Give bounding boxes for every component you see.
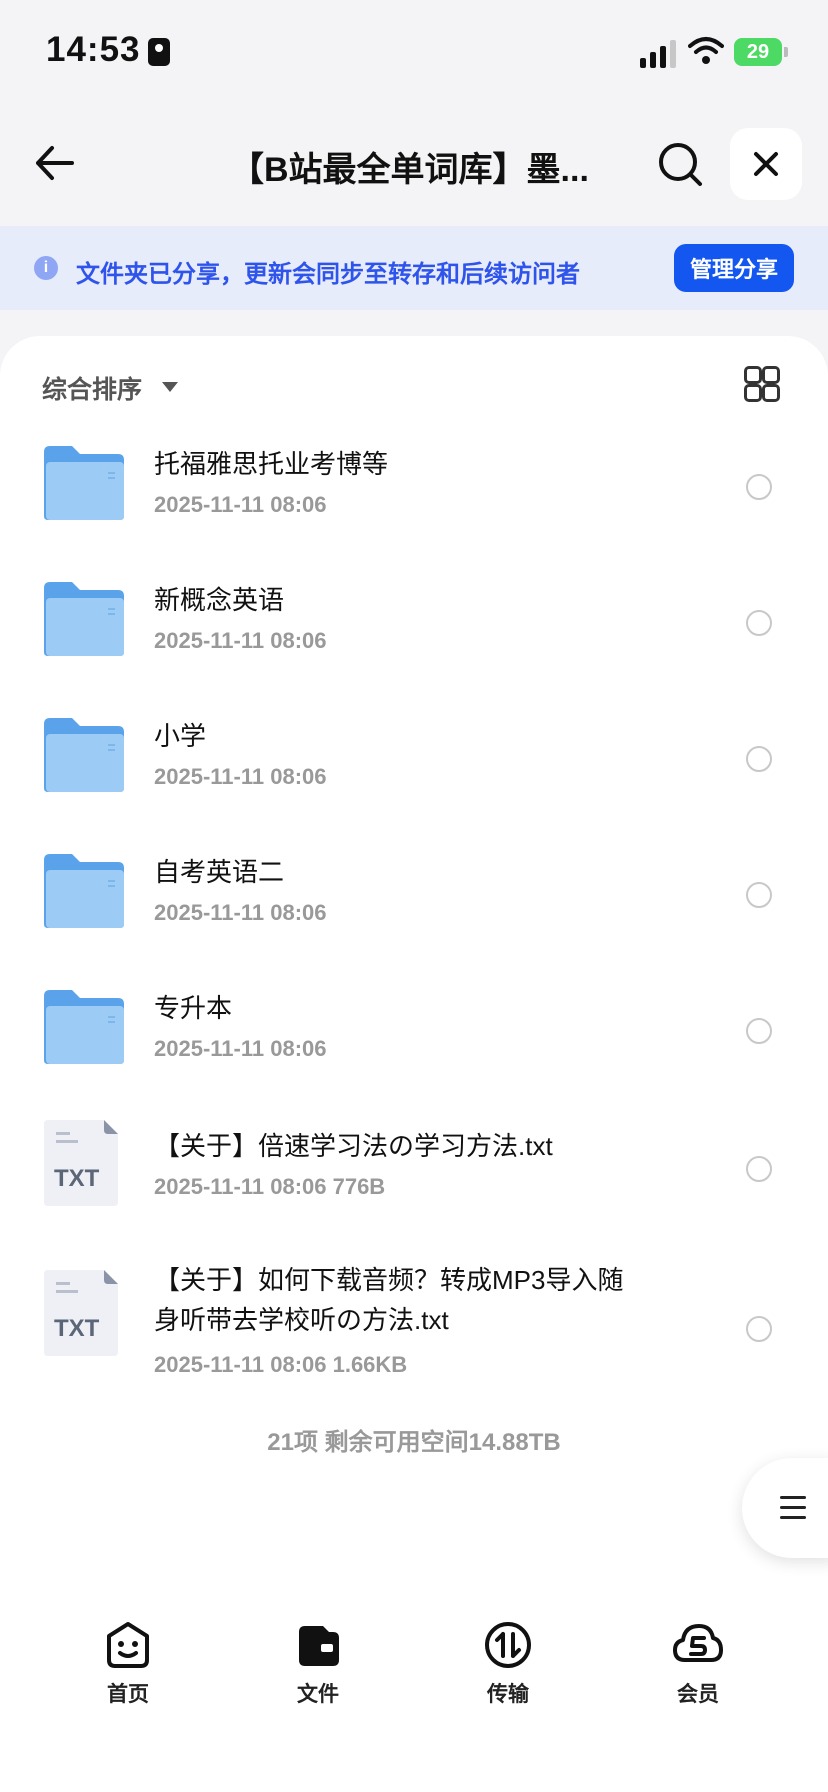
search-icon[interactable]	[656, 140, 704, 188]
nav-home[interactable]: 首页	[68, 1620, 188, 1708]
list-item[interactable]: 新概念英语 2025-11-11 08:06	[0, 572, 828, 702]
file-meta: 2025-11-11 08:06	[154, 764, 327, 789]
file-name: 【关于】倍速学习法の学习方法.txt	[154, 1131, 553, 1161]
nav-vip[interactable]: 会员	[638, 1620, 758, 1708]
list-item[interactable]: TXT 【关于】如何下载音频？转成MP3导入随 身听带去学校听の方法.txt 2…	[0, 1260, 828, 1410]
bottom-nav: 首页 文件 传输 会员	[0, 1610, 828, 1792]
caret-down-icon[interactable]	[162, 382, 178, 392]
file-meta: 2025-11-11 08:06	[154, 628, 327, 653]
folder-icon	[44, 854, 124, 928]
select-radio[interactable]	[746, 1156, 772, 1182]
wifi-icon	[688, 37, 724, 64]
folder-icon	[44, 446, 124, 520]
select-radio[interactable]	[746, 1316, 772, 1342]
folder-icon	[44, 582, 124, 656]
back-arrow-icon[interactable]	[30, 138, 80, 188]
file-name-line1: 【关于】如何下载音频？转成MP3导入随	[154, 1265, 624, 1295]
file-meta: 2025-11-11 08:06	[154, 1036, 327, 1061]
nav-label: 传输	[487, 1683, 529, 1706]
select-radio[interactable]	[746, 1018, 772, 1044]
txt-icon-label: TXT	[54, 1315, 100, 1342]
file-name: 自考英语二	[154, 857, 285, 887]
list-item[interactable]: 自考英语二 2025-11-11 08:06	[0, 844, 828, 974]
transfer-icon	[485, 1622, 531, 1668]
cloud-vip-icon	[673, 1624, 723, 1662]
file-meta: 2025-11-11 08:06 776B	[154, 1174, 386, 1199]
nav-label: 首页	[107, 1683, 149, 1706]
file-name-line2: 身听带去学校听の方法.txt	[154, 1305, 449, 1335]
file-name: 专升本	[154, 993, 233, 1023]
storage-summary: 21项 剩余可用空间14.88TB	[267, 1429, 561, 1456]
txt-icon-label: TXT	[54, 1165, 100, 1192]
close-icon	[754, 152, 778, 176]
battery-tip	[784, 47, 788, 57]
battery-indicator: 29	[734, 38, 782, 66]
signal-icon	[640, 40, 676, 68]
id-badge-icon	[148, 38, 170, 66]
select-radio[interactable]	[746, 610, 772, 636]
file-meta: 2025-11-11 08:06	[154, 492, 327, 517]
select-radio[interactable]	[746, 474, 772, 500]
grid-view-icon[interactable]	[744, 366, 780, 402]
txt-file-icon: TXT	[44, 1270, 118, 1356]
page-title: 【B站最全单词库】墨...	[230, 151, 589, 189]
nav-label: 会员	[677, 1683, 719, 1706]
sort-dropdown[interactable]: 综合排序	[42, 370, 142, 406]
file-name: 小学	[154, 721, 207, 751]
manage-share-button[interactable]: 管理分享	[674, 244, 794, 292]
share-banner: i 文件夹已分享，更新会同步至转存和后续访问者 管理分享	[0, 226, 828, 310]
file-meta: 2025-11-11 08:06	[154, 900, 327, 925]
nav-label: 文件	[297, 1683, 339, 1706]
close-button[interactable]	[730, 128, 802, 200]
share-notice: 文件夹已分享，更新会同步至转存和后续访问者	[76, 261, 580, 288]
nav-transfer[interactable]: 传输	[448, 1620, 568, 1708]
wallet-folder-icon	[299, 1626, 339, 1666]
folder-icon	[44, 990, 124, 1064]
smile-face-icon	[107, 1622, 149, 1668]
file-name: 托福雅思托业考博等	[154, 449, 389, 479]
file-name: 新概念英语	[154, 585, 285, 615]
file-meta: 2025-11-11 08:06 1.66KB	[154, 1352, 408, 1377]
status-bar: 14:53 29	[0, 0, 828, 100]
list-item[interactable]: 托福雅思托业考博等 2025-11-11 08:06	[0, 436, 828, 566]
select-radio[interactable]	[746, 746, 772, 772]
folder-icon	[44, 718, 124, 792]
header: 【B站最全单词库】墨...	[0, 100, 828, 226]
txt-file-icon: TXT	[44, 1120, 118, 1206]
nav-files[interactable]: 文件	[258, 1620, 378, 1708]
list-item[interactable]: TXT 【关于】倍速学习法の学习方法.txt 2025-11-11 08:06 …	[0, 1116, 828, 1246]
list-item[interactable]: 专升本 2025-11-11 08:06	[0, 980, 828, 1110]
list-item[interactable]: 小学 2025-11-11 08:06	[0, 708, 828, 838]
status-time: 14:53	[46, 30, 141, 69]
file-list-panel: 综合排序 托福雅思托业考博等 2025-11-11 08:06 新概念英语 20…	[0, 336, 828, 1636]
info-icon: i	[34, 256, 58, 280]
select-radio[interactable]	[746, 882, 772, 908]
